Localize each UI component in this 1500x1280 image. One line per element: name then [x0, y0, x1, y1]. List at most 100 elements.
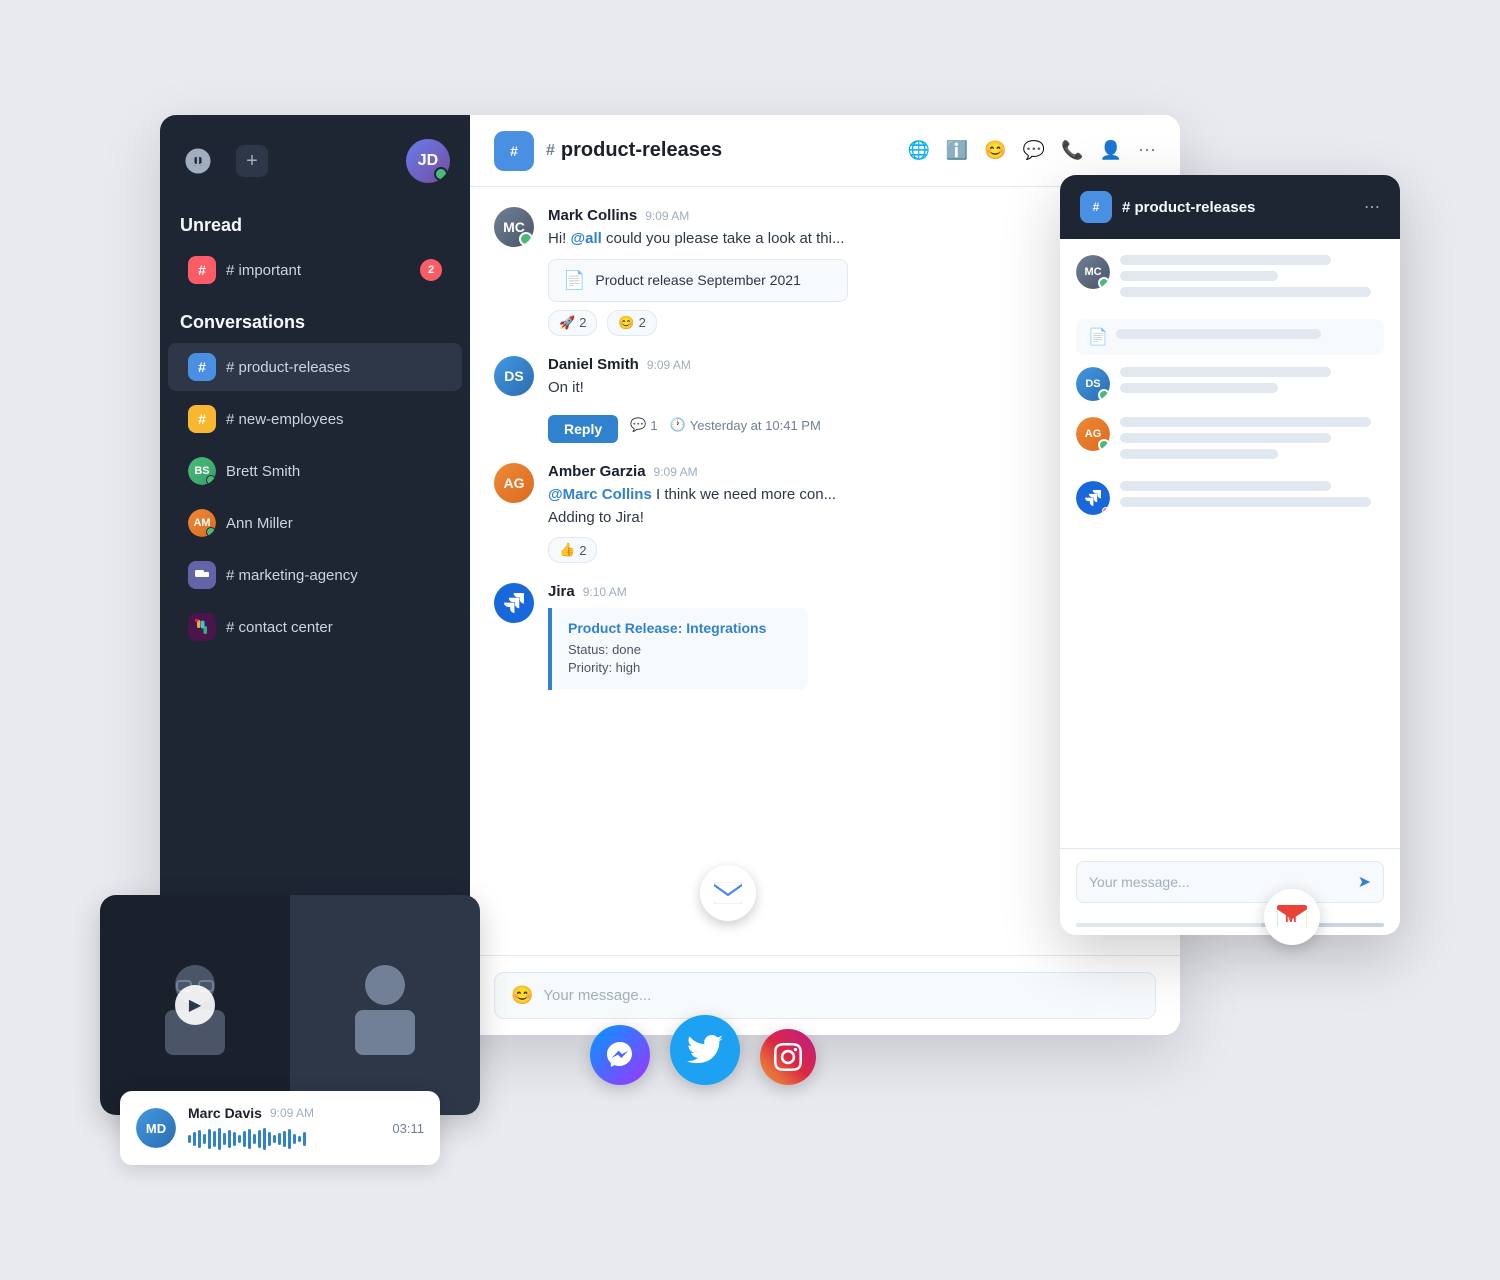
voice-sender-avatar: MD — [136, 1108, 176, 1148]
channel-item-ann-miller[interactable]: AM Ann Miller — [168, 499, 462, 547]
mark-collins-time: 9:09 AM — [645, 209, 689, 223]
sidebar-header: + JD — [160, 115, 470, 199]
contact-center-icon — [188, 613, 216, 641]
clock-icon: 🕐 — [670, 417, 686, 433]
wave-bar-7 — [218, 1128, 221, 1150]
emoji-picker-icon[interactable]: 😊 — [511, 985, 533, 1006]
voice-message-card: MD Marc Davis 9:09 AM — [120, 1091, 440, 1165]
amber-garzia-avatar: AG — [494, 463, 534, 503]
more-options-icon[interactable]: ⋯ — [1138, 140, 1156, 161]
app-container: + JD Unread # # important 2 Conversation… — [100, 115, 1400, 1165]
video-cell-1: ▶ — [100, 895, 290, 1115]
floating-msg-3-content — [1120, 417, 1384, 465]
channel-item-new-employees[interactable]: # # new-employees — [168, 395, 462, 443]
product-releases-name: # product-releases — [226, 359, 442, 376]
wave-bar-22 — [293, 1134, 296, 1144]
floating-msg-2: DS — [1076, 367, 1384, 401]
gmail-icon[interactable] — [700, 865, 756, 921]
message-input[interactable]: Your message... — [543, 987, 1139, 1004]
loading-line-1b — [1120, 271, 1278, 281]
floating-avatar-3: AG — [1076, 417, 1110, 451]
daniel-smith-time: 9:09 AM — [647, 358, 691, 372]
floating-attachment-content — [1116, 329, 1372, 345]
loading-line-4b — [1120, 497, 1371, 507]
phone-icon[interactable]: 📞 — [1061, 140, 1083, 161]
channel-item-important[interactable]: # # important 2 — [168, 246, 462, 294]
wave-bar-5 — [208, 1129, 211, 1149]
video-cell-2 — [290, 895, 480, 1115]
attachment-card[interactable]: 📄 Product release September 2021 — [548, 259, 848, 302]
person-icon[interactable]: 👤 — [1100, 140, 1122, 161]
compose-button[interactable]: + — [236, 145, 268, 177]
twitter-icon[interactable] — [670, 1015, 740, 1085]
mention-marc: @Marc Collins — [548, 486, 652, 503]
loading-line-2b — [1120, 383, 1278, 393]
floating-send-icon[interactable]: ➤ — [1358, 872, 1371, 892]
app-logo — [180, 143, 216, 179]
wave-bar-18 — [273, 1135, 276, 1143]
messenger-icon[interactable] — [590, 1025, 650, 1085]
wave-bar-11 — [238, 1135, 241, 1143]
jira-priority: Priority: high — [568, 660, 792, 675]
globe-icon[interactable]: 🌐 — [907, 140, 929, 161]
ann-miller-name: Ann Miller — [226, 515, 442, 532]
wave-bar-12 — [243, 1131, 246, 1147]
message-jira: Jira 9:10 AM Product Release: Integratio… — [494, 583, 1156, 690]
channel-item-brett-smith[interactable]: BS Brett Smith — [168, 447, 462, 495]
floating-channel-icon: # — [1080, 191, 1112, 223]
floating-doc-icon: 📄 — [1088, 327, 1108, 347]
jira-card-title: Product Release: Integrations — [568, 620, 792, 636]
important-channel-icon: # — [188, 256, 216, 284]
floating-input-box[interactable]: Your message... ➤ — [1076, 861, 1384, 903]
mention-all: @all — [571, 230, 602, 247]
message-bubble-icon[interactable]: 💬 — [1023, 140, 1045, 161]
floating-avatar-2: DS — [1076, 367, 1110, 401]
channel-item-marketing-agency[interactable]: # marketing-agency — [168, 551, 462, 599]
emoji-reactions-icon[interactable]: 😊 — [984, 140, 1006, 161]
wave-bar-15 — [258, 1130, 261, 1148]
reply-button[interactable]: Reply — [548, 415, 618, 443]
hashtag-icon: # — [198, 262, 206, 278]
message-input-box[interactable]: 😊 Your message... — [494, 972, 1156, 1019]
info-icon[interactable]: ℹ️ — [946, 140, 968, 161]
wave-bar-8 — [223, 1133, 226, 1145]
unread-badge-important: 2 — [420, 259, 442, 281]
play-button[interactable]: ▶ — [175, 985, 215, 1025]
reaction-smile[interactable]: 😊 2 — [607, 310, 656, 336]
hash-icon: # — [198, 359, 206, 375]
floating-scrollbar — [1076, 923, 1384, 927]
gmail-floating-icon[interactable]: M — [1264, 889, 1320, 945]
daniel-smith-name: Daniel Smith — [548, 356, 639, 373]
wave-bar-4 — [203, 1134, 206, 1144]
reaction-thumbsup[interactable]: 👍 2 — [548, 537, 597, 563]
wave-bar-6 — [213, 1131, 216, 1147]
loading-line-1c — [1120, 287, 1371, 297]
important-channel-name: # important — [226, 262, 410, 279]
social-floating-icons — [590, 1015, 816, 1085]
message-daniel-smith: DS Daniel Smith 9:09 AM On it! Reply 💬 — [494, 356, 1156, 444]
reaction-rocket[interactable]: 🚀 2 — [548, 310, 597, 336]
reply-time: 🕐 Yesterday at 10:41 PM — [670, 417, 821, 433]
mark-collins-name: Mark Collins — [548, 207, 637, 224]
instagram-icon[interactable] — [760, 1029, 816, 1085]
floating-header: # # product-releases ⋯ — [1060, 175, 1400, 239]
reply-count: 💬 1 — [630, 417, 657, 433]
channel-name-header: product-releases — [561, 139, 722, 162]
wave-bar-24 — [303, 1132, 306, 1146]
ann-miller-avatar: AM — [188, 509, 216, 537]
conversations-section-label: Conversations — [160, 296, 470, 341]
floating-more-icon[interactable]: ⋯ — [1364, 197, 1380, 217]
user-avatar[interactable]: JD — [406, 139, 450, 183]
channel-item-product-releases[interactable]: # # product-releases — [168, 343, 462, 391]
channel-item-contact-center[interactable]: # contact center — [168, 603, 462, 651]
floating-msg-1-content — [1120, 255, 1384, 303]
wave-bar-16 — [263, 1128, 266, 1150]
floating-messages: MC 📄 DS — [1060, 239, 1400, 848]
jira-avatar — [494, 583, 534, 623]
loading-line-2a — [1120, 367, 1331, 377]
jira-card: Product Release: Integrations Status: do… — [548, 608, 808, 690]
floating-input[interactable]: Your message... — [1089, 874, 1358, 890]
voice-info: Marc Davis 9:09 AM — [188, 1105, 380, 1151]
document-icon: 📄 — [563, 270, 585, 291]
wave-bar-13 — [248, 1129, 251, 1149]
